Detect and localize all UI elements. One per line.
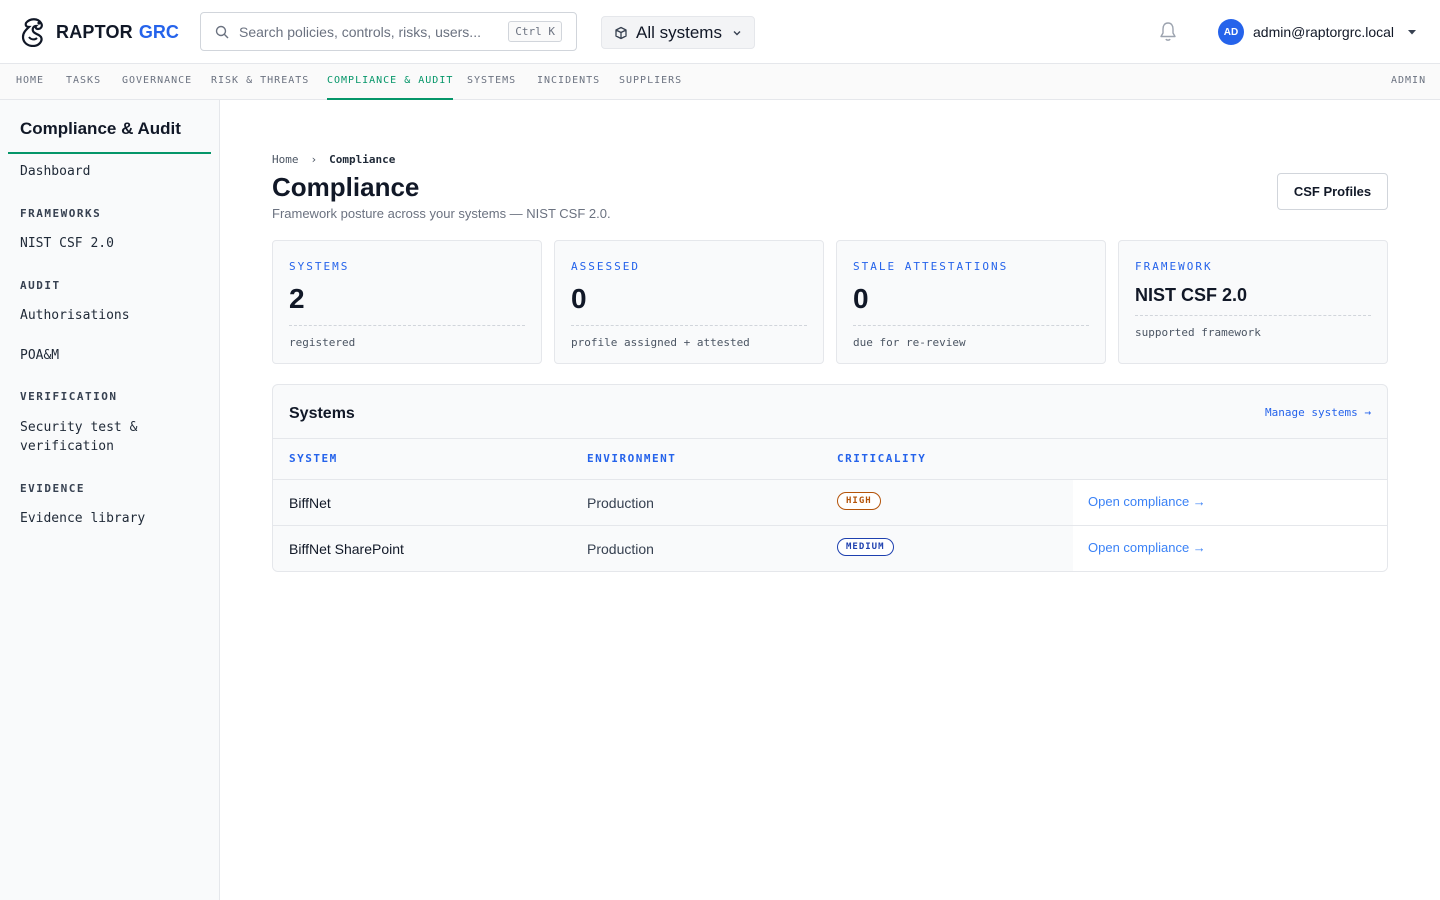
- open-compliance-link[interactable]: Open compliance →: [1088, 494, 1206, 509]
- sidebar-item-security-test-line1: Security test &: [20, 420, 138, 435]
- nav-systems[interactable]: SYSTEMS: [467, 64, 516, 100]
- nav-admin[interactable]: ADMIN: [1391, 64, 1426, 100]
- stat-value: 2: [289, 283, 305, 314]
- manage-systems-link[interactable]: Manage systems →: [1265, 406, 1371, 419]
- breadcrumb: Home › Compliance: [272, 153, 395, 166]
- system-selector[interactable]: All systems: [601, 16, 755, 49]
- column-header-system[interactable]: SYSTEM: [289, 452, 338, 465]
- caret-down-icon: [1408, 30, 1417, 35]
- cube-icon: [615, 26, 627, 39]
- bell-icon[interactable]: [1158, 21, 1178, 43]
- column-header-environment[interactable]: ENVIRONMENT: [587, 452, 676, 465]
- sidebar-item-dashboard[interactable]: Dashboard: [20, 162, 90, 181]
- stat-divider: [571, 325, 807, 326]
- sidebar-title: Compliance & Audit: [20, 119, 181, 138]
- open-compliance-link[interactable]: Open compliance →: [1088, 540, 1206, 555]
- stat-value: 0: [853, 283, 869, 314]
- stat-value: NIST CSF 2.0: [1135, 285, 1248, 305]
- row-environment: Production: [587, 495, 654, 511]
- sidebar-item-evidence-library[interactable]: Evidence library: [20, 509, 145, 528]
- sidebar-title-underline: [8, 152, 211, 154]
- brand-accent: GRC: [138, 21, 179, 42]
- stat-card-stale-attestations: STALE ATTESTATIONS 0 due for re-review: [836, 240, 1106, 364]
- breadcrumb-separator: ›: [310, 153, 318, 166]
- main-nav: HOME TASKS GOVERNANCE RISK & THREATS COM…: [0, 64, 1440, 100]
- page-title: Compliance: [272, 172, 420, 202]
- stat-label: FRAMEWORK: [1135, 260, 1213, 273]
- table-row[interactable]: [273, 480, 1387, 526]
- avatar: AD: [1218, 19, 1244, 45]
- sidebar-heading-evidence: EVIDENCE: [20, 482, 85, 495]
- sidebar-heading-frameworks: FRAMEWORKS: [20, 207, 102, 220]
- nav-incidents[interactable]: INCIDENTS: [537, 64, 600, 100]
- sidebar: Compliance & Audit Dashboard FRAMEWORKS …: [0, 100, 220, 900]
- stat-label: STALE ATTESTATIONS: [853, 260, 1009, 273]
- row-environment: Production: [587, 541, 654, 557]
- criticality-badge-high: HIGH: [837, 492, 881, 510]
- row-system-name[interactable]: BiffNet SharePoint: [289, 541, 404, 557]
- stat-note: due for re-review: [853, 336, 966, 349]
- nav-tasks[interactable]: TASKS: [66, 64, 101, 100]
- stat-label: ASSESSED: [571, 260, 640, 273]
- search-icon: [215, 25, 229, 38]
- search-shortcut-hint: Ctrl K: [508, 21, 562, 42]
- sidebar-item-security-test-line2: verification: [20, 439, 114, 454]
- stat-divider: [853, 325, 1089, 326]
- criticality-badge-medium: MEDIUM: [837, 538, 894, 556]
- chevron-down-icon: [733, 30, 741, 35]
- stat-card-framework: FRAMEWORK NIST CSF 2.0 supported framewo…: [1118, 240, 1388, 364]
- search-input[interactable]: [239, 23, 509, 40]
- nav-risk-threats[interactable]: RISK & THREATS: [211, 64, 309, 100]
- stat-card-assessed: ASSESSED 0 profile assigned + attested: [554, 240, 824, 364]
- sidebar-item-poam[interactable]: POA&M: [20, 346, 59, 365]
- nav-home[interactable]: HOME: [16, 64, 44, 100]
- stat-note: supported framework: [1135, 326, 1261, 339]
- systems-panel: Systems Manage systems → SYSTEM ENVIRONM…: [272, 384, 1388, 572]
- panel-divider: [273, 438, 1387, 439]
- page-subtitle: Framework posture across your systems — …: [272, 206, 611, 221]
- stat-note: registered: [289, 336, 356, 349]
- stat-card-systems: SYSTEMS 2 registered: [272, 240, 542, 364]
- system-selector-label: All systems: [636, 22, 722, 42]
- column-header-criticality[interactable]: CRITICALITY: [837, 452, 926, 465]
- stat-value: 0: [571, 283, 587, 314]
- nav-suppliers[interactable]: SUPPLIERS: [619, 64, 682, 100]
- brand-name: RAPTOR: [56, 21, 133, 42]
- raptor-logo-icon: [21, 18, 43, 47]
- nav-governance[interactable]: GOVERNANCE: [122, 64, 192, 100]
- row-system-name[interactable]: BiffNet: [289, 495, 331, 511]
- breadcrumb-current: Compliance: [329, 153, 396, 166]
- systems-panel-title: Systems: [289, 405, 355, 422]
- sidebar-item-security-test[interactable]: Security test & verification: [20, 418, 137, 456]
- user-menu[interactable]: AD admin@raptorgrc.local: [1218, 18, 1417, 46]
- stat-label: SYSTEMS: [289, 260, 350, 273]
- csf-profiles-button[interactable]: CSF Profiles: [1277, 173, 1388, 210]
- stat-divider: [289, 325, 525, 326]
- sidebar-heading-audit: AUDIT: [20, 279, 61, 292]
- stat-note: profile assigned + attested: [571, 336, 750, 349]
- sidebar-item-nist-csf[interactable]: NIST CSF 2.0: [20, 234, 114, 253]
- brand[interactable]: RAPTOR GRC: [20, 16, 179, 48]
- top-bar: RAPTOR GRC Ctrl K All systems AD admin@r…: [0, 0, 1440, 64]
- breadcrumb-home[interactable]: Home: [272, 153, 299, 166]
- global-search[interactable]: Ctrl K: [200, 12, 577, 51]
- sidebar-item-authorisations[interactable]: Authorisations: [20, 306, 130, 325]
- nav-compliance-audit[interactable]: COMPLIANCE & AUDIT: [327, 64, 454, 100]
- user-email: admin@raptorgrc.local: [1253, 24, 1395, 40]
- table-row[interactable]: [273, 526, 1387, 571]
- sidebar-heading-verification: VERIFICATION: [20, 390, 118, 403]
- stat-divider: [1135, 315, 1371, 316]
